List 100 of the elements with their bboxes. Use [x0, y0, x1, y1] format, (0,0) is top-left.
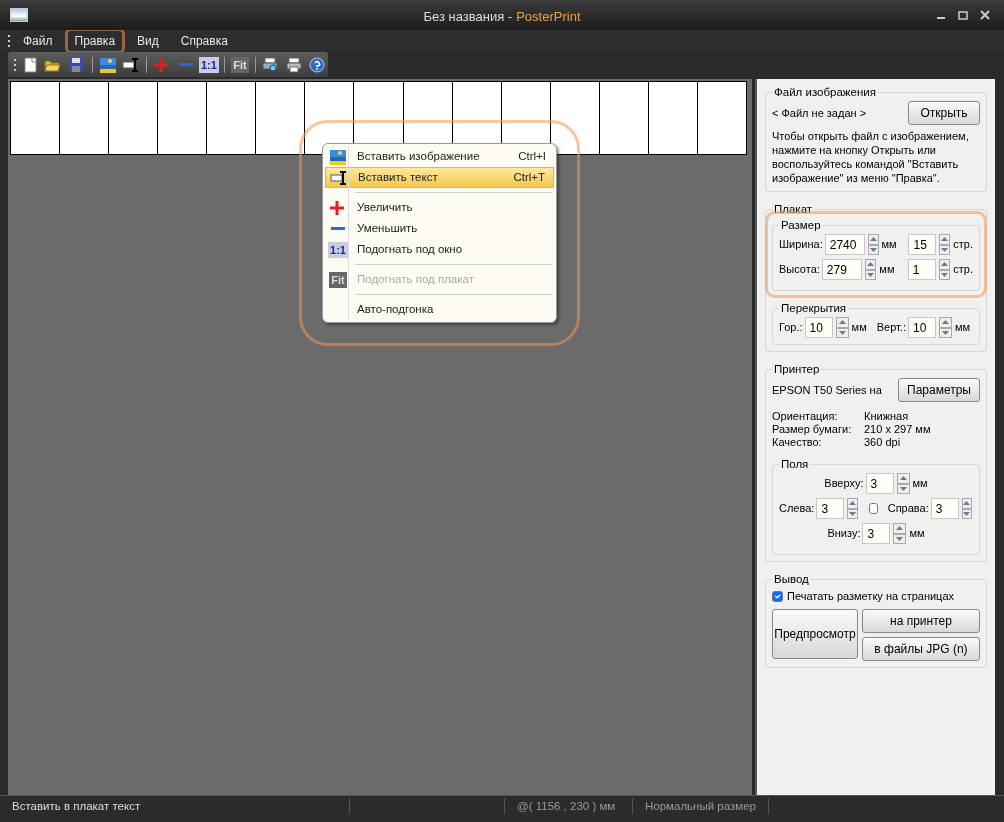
menu-item[interactable]: Вставить текст Ctrl+T — [325, 167, 554, 188]
up-arrow-icon — [896, 526, 904, 531]
up-arrow-icon — [899, 476, 907, 481]
unit-label: мм — [879, 262, 896, 278]
spin-up-button[interactable] — [864, 259, 877, 270]
spin-down-button[interactable] — [938, 269, 951, 280]
open-button[interactable]: Открыть — [908, 101, 980, 125]
down-arrow-icon — [867, 272, 875, 277]
spin-down-button[interactable] — [938, 327, 952, 338]
spin-down-button[interactable] — [847, 508, 858, 519]
up-arrow-icon — [963, 501, 971, 506]
app-name: PosterPrint — [516, 8, 581, 26]
plus-icon — [329, 199, 347, 216]
field-label: Верт.: — [876, 320, 906, 336]
spin-up-button[interactable] — [893, 523, 907, 534]
spin-down-button[interactable] — [896, 483, 910, 494]
spin-up-button[interactable] — [867, 234, 879, 245]
spin-down-button[interactable] — [893, 533, 907, 544]
spin-down-button[interactable] — [867, 244, 879, 255]
group-title: Поля — [780, 457, 810, 471]
field-label: Слева: — [779, 501, 815, 517]
up-arrow-icon — [838, 320, 846, 325]
window-title: Без названия - — [423, 8, 513, 26]
unit-label: мм — [851, 320, 867, 336]
menu-item[interactable]: Файл — [13, 28, 63, 54]
down-arrow-icon — [899, 486, 907, 491]
menu-item[interactable]: Увеличить — [325, 197, 554, 218]
spin-up-button[interactable] — [938, 259, 951, 270]
spin-down-button[interactable] — [939, 244, 951, 255]
number-field[interactable]: 3 — [930, 498, 959, 519]
down-arrow-icon — [941, 247, 949, 252]
menu-item[interactable]: 1:1 Подогнать под окно — [325, 239, 554, 260]
number-field[interactable]: 15 — [908, 234, 937, 255]
field-label: Вверху: — [824, 476, 864, 492]
menu-item[interactable]: Вид — [127, 28, 169, 54]
hint-text: Чтобы открыть файл с изображением, нажмите на кнопку Открыть или воспользуйтесь командой "Вставить изображение" из меню "Правка". — [772, 129, 970, 185]
minus-icon — [178, 63, 193, 66]
spin-up-button[interactable] — [939, 234, 951, 245]
menu-item[interactable]: Уменьшить — [325, 218, 554, 239]
menu-item[interactable]: Вставить изображение Ctrl+I — [325, 146, 554, 167]
down-arrow-icon — [869, 247, 877, 252]
field-label: Справа: — [887, 501, 929, 517]
up-arrow-icon — [869, 237, 877, 242]
spin-up-button[interactable] — [961, 498, 972, 509]
info-value: Книжная — [864, 410, 909, 423]
grip-icon — [8, 35, 11, 47]
number-field[interactable]: 3 — [862, 523, 891, 544]
export-jpg-button[interactable]: в файлы JPG (n) — [862, 636, 980, 661]
text-box-icon — [122, 56, 140, 73]
number-field[interactable]: 2740 — [824, 234, 865, 255]
group-title: Вывод — [773, 572, 810, 586]
info-label: Размер бумаги: — [772, 423, 853, 436]
number-field[interactable]: 3 — [816, 498, 845, 519]
maximize-icon[interactable] — [958, 10, 968, 20]
menu-icon: 1:1 — [328, 241, 348, 258]
down-arrow-icon — [963, 511, 971, 516]
close-icon[interactable] — [980, 10, 990, 20]
number-field[interactable]: 1 — [907, 259, 936, 280]
help-icon — [308, 56, 327, 73]
spin-down-button[interactable] — [961, 508, 972, 519]
down-arrow-icon — [838, 330, 846, 335]
toolbar-button[interactable]: 1:1 — [198, 54, 219, 75]
group-title: Перекрытия — [780, 301, 848, 315]
info-label: Качество: — [772, 436, 823, 449]
number-field[interactable]: 279 — [821, 259, 862, 280]
down-arrow-icon — [849, 511, 856, 516]
spin-down-button[interactable] — [835, 327, 849, 338]
print-button[interactable]: на принтер — [862, 608, 980, 633]
down-arrow-icon — [941, 330, 949, 335]
spin-up-button[interactable] — [847, 498, 858, 509]
field-label: Ширина: — [779, 237, 823, 253]
settings-button[interactable]: Параметры — [898, 378, 980, 402]
checkbox-label: Печатать разметку на страницах — [787, 589, 955, 604]
number-field[interactable]: 3 — [865, 473, 894, 494]
spin-up-button[interactable] — [896, 473, 910, 484]
number-field[interactable]: 10 — [804, 317, 833, 338]
info-label: Ориентация: — [772, 410, 839, 423]
spin-up-button[interactable] — [938, 317, 952, 328]
spin-down-button[interactable] — [864, 269, 877, 280]
printer-preview-icon — [262, 56, 281, 73]
checkbox[interactable] — [772, 590, 783, 602]
spin-up-button[interactable] — [835, 317, 849, 328]
printer-icon — [285, 56, 304, 73]
menu-item[interactable]: Справка — [170, 28, 238, 54]
unit-label: стр. — [953, 237, 973, 253]
up-arrow-icon — [941, 237, 949, 242]
field-label: Гор.: — [779, 320, 803, 336]
toolbar-button[interactable] — [307, 54, 328, 75]
preview-button[interactable]: Предпросмотр — [772, 608, 858, 659]
menu-item[interactable]: Авто-подгонка — [325, 299, 554, 320]
landscape-image-icon — [98, 56, 117, 73]
unit-label: мм — [909, 526, 925, 542]
group-title: Размер — [780, 218, 822, 232]
field-label: Высота: — [779, 262, 820, 278]
up-arrow-icon — [941, 320, 949, 325]
info-value: 210 x 297 мм — [864, 423, 931, 436]
checkbox[interactable] — [868, 503, 878, 514]
status-message: Вставить в плакат текст — [0, 797, 350, 814]
toolbar-button[interactable] — [284, 54, 305, 75]
number-field[interactable]: 10 — [907, 317, 936, 338]
